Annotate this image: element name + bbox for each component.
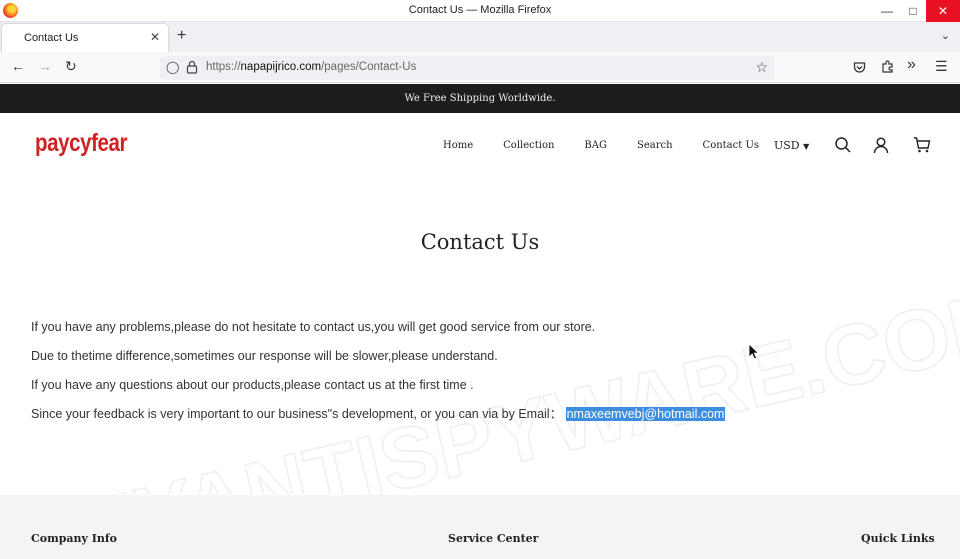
url-path: /pages/Contact-Us	[321, 61, 417, 73]
announcement-bar: We Free Shipping Worldwide.	[0, 84, 960, 113]
contact-text: If you have any problems,please do not h…	[31, 319, 726, 435]
back-arrow-icon[interactable]: ←	[11, 58, 25, 74]
search-icon[interactable]	[834, 136, 852, 154]
email-link[interactable]: nmaxeemvebj@hotmail.com	[565, 407, 726, 421]
contact-line-1: If you have any problems,please do not h…	[31, 320, 596, 334]
currency-value: USD	[774, 139, 800, 152]
maximize-button[interactable]: □	[900, 0, 926, 22]
tab-label: Contact Us	[24, 32, 79, 44]
url-prefix: https://	[206, 61, 241, 73]
tracking-shield-icon[interactable]: ◯	[166, 60, 179, 74]
caret-down-icon: ▼	[803, 142, 810, 151]
list-tabs-chevron-icon[interactable]: ⌄	[941, 29, 950, 42]
web-page: We Free Shipping Worldwide. paycyfear Ho…	[0, 84, 960, 559]
extensions-icon[interactable]	[881, 60, 895, 74]
email-line-text: Since your feedback is very important to…	[31, 407, 566, 421]
navigation-toolbar: ← → ↻ ◯ https://napapijrico.com/pages/Co…	[0, 52, 960, 83]
minimize-button[interactable]: —	[874, 0, 900, 22]
tab-contact-us[interactable]: Contact Us ✕	[2, 24, 168, 52]
footer: Company Info Service Center Quick Links	[0, 495, 960, 559]
store-header: paycyfear Home Collection BAG Search Con…	[0, 113, 960, 179]
overflow-chevrons-icon[interactable]: »	[907, 56, 916, 74]
menu-item-collection[interactable]: Collection	[503, 140, 554, 151]
contact-line-2: Due to thetime difference,sometimes our …	[31, 349, 498, 363]
url-bar[interactable]: ◯ https://napapijrico.com/pages/Contact-…	[160, 56, 774, 80]
reload-icon[interactable]: ↻	[65, 58, 77, 75]
main-menu: Home Collection BAG Search Contact Us	[443, 140, 789, 151]
bookmark-star-icon[interactable]: ☆	[755, 59, 768, 76]
menu-item-search[interactable]: Search	[637, 140, 673, 151]
page-title: Contact Us	[420, 230, 540, 254]
footer-heading-service-center: Service Center	[448, 532, 539, 545]
lock-icon[interactable]	[186, 60, 198, 74]
close-window-button[interactable]: ✕	[926, 0, 960, 22]
footer-heading-company-info: Company Info	[31, 532, 117, 545]
contact-line-3: If you have any questions about our prod…	[31, 378, 474, 392]
tab-close-icon[interactable]: ✕	[150, 30, 160, 44]
currency-selector[interactable]: USD ▼	[774, 139, 809, 152]
window-controls: — □ ✕	[874, 0, 960, 22]
url-domain: napapijrico.com	[240, 61, 322, 73]
mouse-cursor-icon	[748, 343, 760, 360]
contact-line-4: Since your feedback is very important to…	[31, 406, 726, 435]
pocket-icon[interactable]	[853, 61, 866, 74]
window-titlebar: Contact Us — Mozilla Firefox — □ ✕	[0, 0, 960, 22]
url-text: https://napapijrico.com/pages/Contact-Us	[206, 61, 416, 73]
menu-item-home[interactable]: Home	[443, 140, 473, 151]
new-tab-button[interactable]: +	[177, 27, 186, 45]
cart-icon[interactable]	[913, 136, 931, 154]
footer-heading-quick-links: Quick Links	[861, 532, 935, 545]
menu-item-contact-us[interactable]: Contact Us	[703, 140, 759, 151]
store-logo[interactable]: paycyfear	[35, 129, 127, 158]
tab-strip: Contact Us ✕ + ⌄	[0, 22, 960, 52]
forward-arrow-icon[interactable]: →	[38, 58, 52, 74]
menu-item-bag[interactable]: BAG	[584, 140, 607, 151]
account-icon[interactable]	[872, 136, 890, 154]
hamburger-menu-icon[interactable]: ☰	[935, 58, 948, 75]
window-title: Contact Us — Mozilla Firefox	[408, 4, 552, 16]
